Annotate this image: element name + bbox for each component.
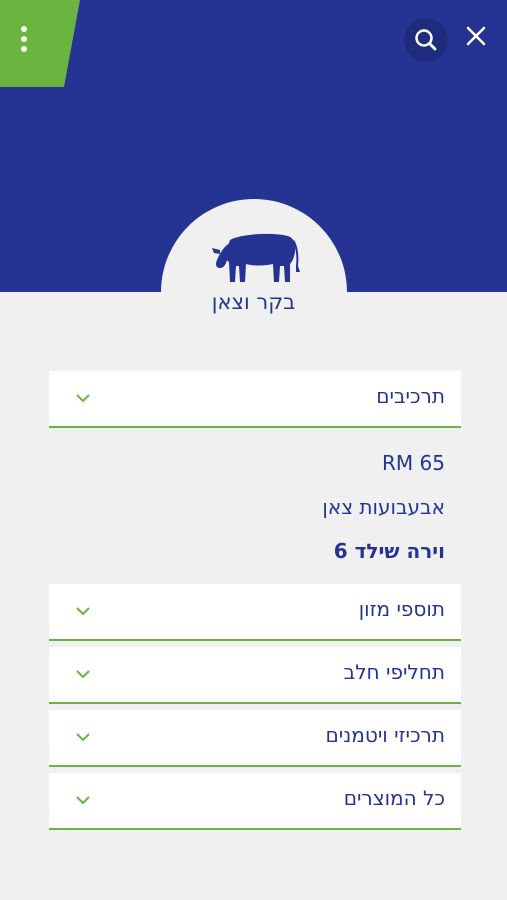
more-vertical-icon — [21, 26, 27, 56]
chevron-down-icon — [76, 733, 90, 742]
accordion-header-ingredients[interactable]: תרכיבים — [49, 371, 461, 428]
chevron-down-icon — [76, 670, 90, 679]
accordion-label: תוספי מזון — [358, 597, 445, 621]
chevron-down-icon — [76, 607, 90, 616]
chevron-down-icon — [76, 796, 90, 805]
close-icon — [466, 26, 486, 46]
cow-icon — [212, 233, 300, 282]
accordion-header-vitamin-concentrates[interactable]: תרכיזי ויטמנים — [49, 710, 461, 767]
accordion-header-milk-replacers[interactable]: תחליפי חלב — [49, 647, 461, 704]
accordion-label: תרכיזי ויטמנים — [325, 723, 445, 747]
accordion-header-supplements[interactable]: תוספי מזון — [49, 584, 461, 641]
list-item-rm65[interactable]: RM 65 — [382, 451, 445, 475]
close-button[interactable] — [462, 22, 490, 50]
chevron-down-icon — [76, 394, 90, 403]
accordion-label: תרכיבים — [376, 384, 445, 408]
search-icon — [415, 29, 437, 51]
list-item-sheep-pox[interactable]: אבעבועות צאן — [322, 495, 445, 519]
accordion-header-all-products[interactable]: כל המוצרים — [49, 773, 461, 830]
category-title: בקר וצאן — [211, 290, 296, 314]
accordion-label: תחליפי חלב — [343, 660, 445, 684]
search-button[interactable] — [404, 18, 448, 62]
accordion-label: כל המוצרים — [343, 786, 445, 810]
list-item-vira-shield[interactable]: וירה שילד 6 — [334, 539, 445, 563]
